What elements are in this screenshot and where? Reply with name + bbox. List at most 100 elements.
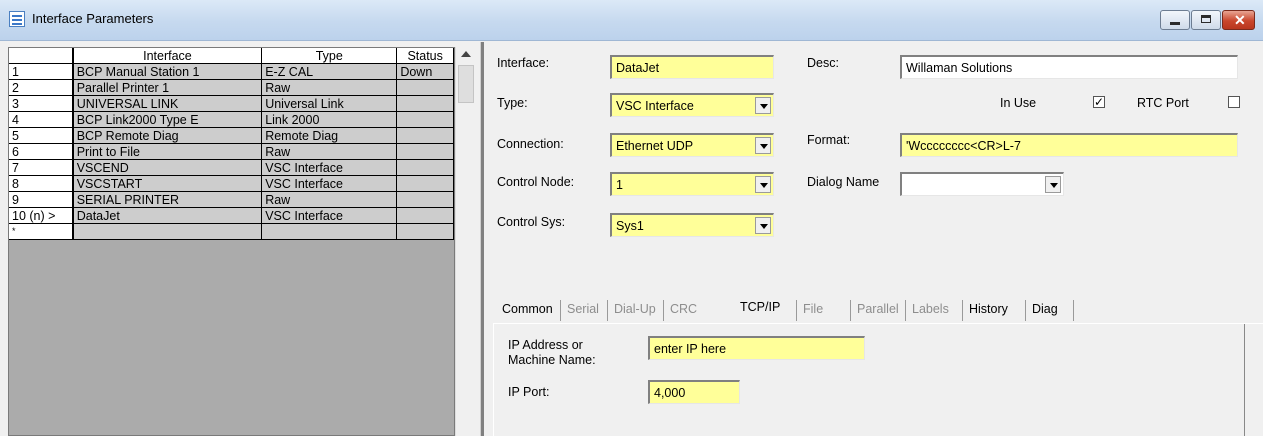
connection-select[interactable]: Ethernet UDP	[610, 133, 774, 157]
row-header[interactable]: 5	[9, 127, 74, 144]
col-header-interface[interactable]: Interface	[72, 48, 263, 64]
minimize-button[interactable]	[1160, 10, 1190, 30]
table-row[interactable]: 3 UNIVERSAL LINK Universal Link	[9, 95, 454, 112]
maximize-button[interactable]	[1191, 10, 1221, 30]
chevron-down-icon[interactable]	[1045, 176, 1061, 193]
interface-grid[interactable]: Interface Type Status 1 BCP Manual Statio…	[8, 47, 455, 436]
cell-type[interactable]: VSC Interface	[261, 175, 398, 192]
cell-interface[interactable]: VSCSTART	[72, 175, 263, 192]
table-row[interactable]: 2 Parallel Printer 1 Raw	[9, 79, 454, 96]
cell-status[interactable]	[396, 175, 454, 192]
chevron-down-icon[interactable]	[755, 137, 771, 154]
tab-dial-up[interactable]: Dial-Up	[614, 302, 656, 316]
tab-crc[interactable]: CRC	[670, 302, 697, 316]
cell-interface[interactable]: UNIVERSAL LINK	[72, 95, 263, 112]
cell-type[interactable]: Remote Diag	[261, 127, 398, 144]
chevron-down-icon[interactable]	[755, 217, 771, 234]
connection-label: Connection:	[497, 137, 564, 151]
cell-type[interactable]: Raw	[261, 143, 398, 160]
pane-splitter[interactable]	[480, 42, 484, 436]
table-row[interactable]: 6 Print to File Raw	[9, 143, 454, 160]
row-header[interactable]: 6	[9, 143, 74, 160]
cell-status[interactable]	[396, 143, 454, 160]
cell-status[interactable]	[396, 207, 454, 224]
table-row[interactable]: 8 VSCSTART VSC Interface	[9, 175, 454, 192]
cell-interface[interactable]: SERIAL PRINTER	[72, 191, 263, 208]
close-button[interactable]: ✕	[1222, 10, 1255, 30]
row-header[interactable]: 8	[9, 175, 74, 192]
tab-diag[interactable]: Diag	[1032, 302, 1058, 316]
chevron-down-icon[interactable]	[755, 97, 771, 114]
row-header[interactable]: 1	[9, 63, 74, 80]
row-header[interactable]: 10 (n) >	[9, 207, 74, 224]
table-row[interactable]: 5 BCP Remote Diag Remote Diag	[9, 127, 454, 144]
cell-interface[interactable]	[72, 223, 263, 240]
type-select[interactable]: VSC Interface	[610, 93, 774, 117]
cell-interface[interactable]: DataJet	[72, 207, 263, 224]
grid-header: Interface Type Status	[9, 48, 454, 64]
cell-type[interactable]: VSC Interface	[261, 207, 398, 224]
row-header[interactable]: 4	[9, 111, 74, 128]
table-row[interactable]: 9 SERIAL PRINTER Raw	[9, 191, 454, 208]
cell-interface[interactable]: VSCEND	[72, 159, 263, 176]
table-row[interactable]: 10 (n) > DataJet VSC Interface	[9, 207, 454, 224]
new-row[interactable]: *	[9, 223, 454, 240]
format-field[interactable]: 'Wcccccccc<CR>L-7	[900, 133, 1238, 157]
table-row[interactable]: 4 BCP Link2000 Type E Link 2000	[9, 111, 454, 128]
control-node-label: Control Node:	[497, 175, 575, 189]
cell-type[interactable]: Raw	[261, 79, 398, 96]
cell-type[interactable]: E-Z CAL	[261, 63, 398, 80]
tab-labels[interactable]: Labels	[912, 302, 949, 316]
row-header[interactable]: 3	[9, 95, 74, 112]
connection-value: Ethernet UDP	[616, 139, 694, 153]
scrollbar-thumb[interactable]	[458, 65, 474, 103]
cell-status[interactable]	[396, 127, 454, 144]
cell-type[interactable]: Link 2000	[261, 111, 398, 128]
corner-cell[interactable]	[9, 48, 74, 64]
cell-type[interactable]: VSC Interface	[261, 159, 398, 176]
new-row-marker: *	[9, 223, 74, 240]
cell-interface[interactable]: BCP Manual Station 1	[72, 63, 263, 80]
cell-status[interactable]: Down	[396, 63, 454, 80]
cell-status[interactable]	[396, 111, 454, 128]
tab-tcpip[interactable]: TCP/IP	[740, 300, 780, 314]
in-use-checkbox[interactable]: ✓	[1093, 96, 1105, 108]
tab-common[interactable]: Common	[502, 302, 553, 316]
tab-history[interactable]: History	[969, 302, 1008, 316]
ip-address-field[interactable]: enter IP here	[648, 336, 865, 360]
cell-interface[interactable]: BCP Link2000 Type E	[72, 111, 263, 128]
cell-type[interactable]	[261, 223, 398, 240]
control-node-value: 1	[616, 178, 623, 192]
cell-status[interactable]	[396, 191, 454, 208]
cell-type[interactable]: Universal Link	[261, 95, 398, 112]
cell-interface[interactable]: Print to File	[72, 143, 263, 160]
scroll-up-icon[interactable]	[461, 51, 471, 57]
title-bar: Interface Parameters ✕	[0, 0, 1263, 41]
cell-status[interactable]	[396, 223, 454, 240]
control-node-select[interactable]: 1	[610, 172, 774, 196]
row-header[interactable]: 9	[9, 191, 74, 208]
ip-port-field[interactable]: 4,000	[648, 380, 740, 404]
cell-status[interactable]	[396, 159, 454, 176]
rtc-port-checkbox[interactable]	[1228, 96, 1240, 108]
col-header-type[interactable]: Type	[261, 48, 398, 64]
cell-status[interactable]	[396, 79, 454, 96]
row-header[interactable]: 2	[9, 79, 74, 96]
col-header-status[interactable]: Status	[396, 48, 454, 64]
grid-scrollbar[interactable]	[455, 47, 476, 436]
table-row[interactable]: 1 BCP Manual Station 1 E-Z CAL Down	[9, 63, 454, 80]
control-sys-select[interactable]: Sys1	[610, 213, 774, 237]
interface-field[interactable]: DataJet	[610, 55, 774, 79]
cell-interface[interactable]: BCP Remote Diag	[72, 127, 263, 144]
tab-serial[interactable]: Serial	[567, 302, 599, 316]
chevron-down-icon[interactable]	[755, 176, 771, 193]
tab-parallel[interactable]: Parallel	[857, 302, 899, 316]
cell-interface[interactable]: Parallel Printer 1	[72, 79, 263, 96]
cell-status[interactable]	[396, 95, 454, 112]
table-row[interactable]: 7 VSCEND VSC Interface	[9, 159, 454, 176]
dialog-name-select[interactable]	[900, 172, 1064, 196]
desc-field[interactable]: Willaman Solutions	[900, 55, 1238, 79]
cell-type[interactable]: Raw	[261, 191, 398, 208]
tab-file[interactable]: File	[803, 302, 823, 316]
row-header[interactable]: 7	[9, 159, 74, 176]
